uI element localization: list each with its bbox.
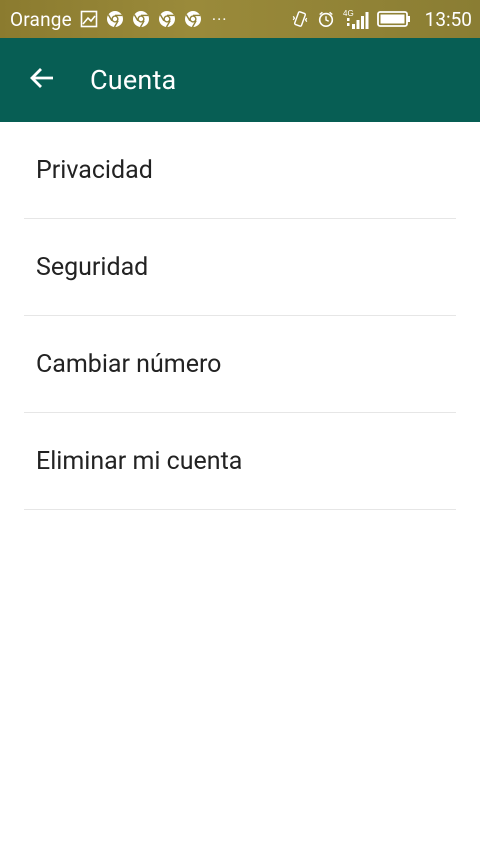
chrome-icon [132,10,150,28]
chrome-icon [106,10,124,28]
menu-item-privacy[interactable]: Privacidad [24,122,456,219]
more-notifications-icon: ··· [211,9,228,29]
chrome-icon [158,10,176,28]
status-bar-right: 4G 13:50 [291,8,472,31]
chrome-icon [184,10,202,28]
menu-item-security[interactable]: Seguridad [24,219,456,316]
signal-icon: 4G [343,9,369,29]
vibrate-icon [291,10,309,28]
image-icon [80,10,98,28]
page-title: Cuenta [90,64,177,96]
status-bar: Orange ··· 4G 13:50 [0,0,480,38]
app-bar: Cuenta [0,38,480,122]
arrow-left-icon [29,65,55,95]
status-bar-left: Orange ··· [10,8,291,31]
carrier-name: Orange [10,7,72,31]
account-menu-list: Privacidad Seguridad Cambiar número Elim… [0,122,480,510]
network-type-label: 4G [343,9,354,18]
alarm-icon [317,10,335,28]
menu-item-delete-account[interactable]: Eliminar mi cuenta [24,413,456,510]
battery-icon [376,10,411,28]
menu-item-change-number[interactable]: Cambiar número [24,316,456,413]
clock: 13:50 [424,7,472,31]
back-button[interactable] [28,66,56,94]
